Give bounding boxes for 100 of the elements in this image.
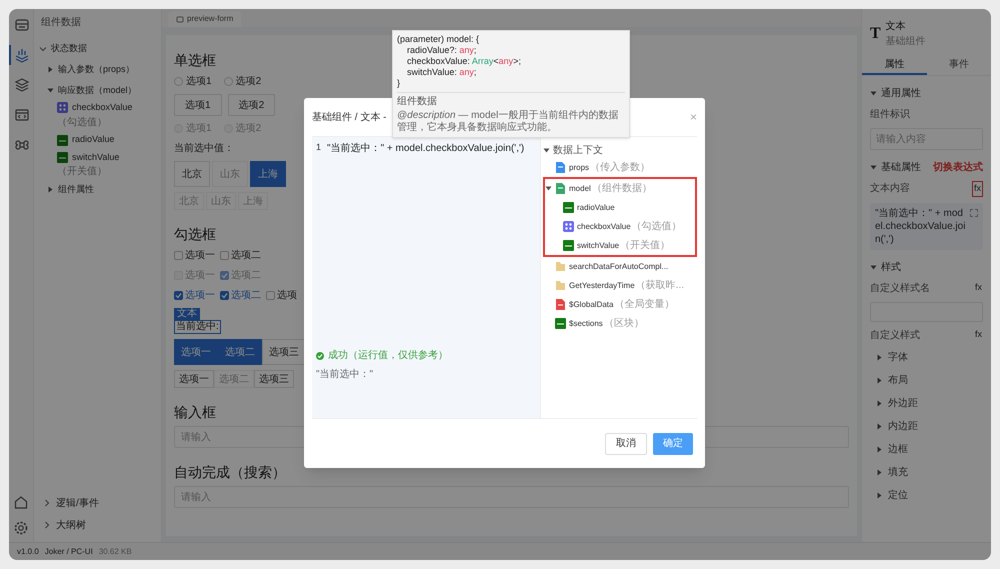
tree-item[interactable]: 状态数据: [51, 42, 87, 56]
context-item[interactable]: searchDataForAutoCompl...: [569, 260, 668, 272]
preview-tab[interactable]: preview-form: [168, 11, 242, 27]
context-item[interactable]: GetYesterdayTime: [569, 280, 635, 292]
checkbox[interactable]: [220, 251, 229, 260]
code-editor[interactable]: 1 "当前选中：" + model.checkboxValue.join(',') 成功（运行值，仅供参考） "当前选中：": [312, 137, 540, 418]
section-heading: 自动完成（搜索）: [174, 463, 286, 481]
section-header[interactable]: 大纲树: [56, 518, 86, 532]
window-stack-icon: [14, 17, 30, 33]
style-group-item[interactable]: 边框: [888, 442, 908, 456]
caret-down-icon[interactable]: [870, 264, 877, 270]
caret-right-icon[interactable]: [47, 66, 54, 73]
context-item-note: （组件数据）: [592, 182, 652, 196]
expression-toggle[interactable]: fx: [972, 181, 983, 196]
option-button[interactable]: 选项2: [228, 94, 276, 116]
panel-tab[interactable]: 属性: [862, 55, 926, 75]
tree-item[interactable]: 组件属性: [58, 182, 94, 196]
caret-right-icon[interactable]: [876, 468, 883, 476]
context-item[interactable]: props: [569, 162, 590, 174]
code-line: checkboxValue: Array<any>;: [407, 56, 521, 67]
tree-item[interactable]: switchValue: [72, 150, 120, 164]
success-icon: [316, 352, 324, 360]
style-group-item[interactable]: 定位: [888, 488, 908, 502]
context-title[interactable]: 数据上下文: [553, 142, 603, 158]
style-group-item[interactable]: 内边距: [888, 418, 918, 434]
context-item[interactable]: switchValue: [577, 240, 620, 252]
context-item[interactable]: checkboxValue: [577, 220, 631, 232]
style-group-item[interactable]: 布局: [888, 372, 908, 388]
group-button[interactable]: 选项三: [254, 370, 294, 388]
group-button[interactable]: 选项三: [262, 339, 306, 365]
style-group-item[interactable]: 外边距: [888, 396, 918, 410]
section-heading: 单选框: [174, 51, 216, 69]
caret-right-icon[interactable]: [876, 446, 883, 452]
style-group-item[interactable]: 填充: [888, 464, 908, 480]
caret-right-icon[interactable]: [876, 376, 883, 384]
radio-button[interactable]: [174, 77, 183, 86]
caret-down-icon[interactable]: [543, 146, 550, 154]
caret-right-icon[interactable]: [47, 186, 54, 193]
option-label: 选项二: [231, 268, 261, 283]
group-button[interactable]: 选项一: [174, 339, 218, 365]
size-text: 30.62 KB: [98, 546, 132, 558]
chevron-down-icon[interactable]: [39, 44, 47, 52]
variable-icon: [563, 202, 574, 213]
section-heading: 输入框: [174, 403, 216, 421]
line-number: 1: [316, 141, 322, 154]
tree-item[interactable]: checkboxValue: [72, 101, 132, 114]
variable-icon: [57, 134, 68, 146]
checkbox[interactable]: [266, 291, 275, 300]
tree-item[interactable]: radioValue: [72, 133, 114, 147]
layered-data-icon: [14, 47, 30, 63]
expression-toggle[interactable]: fx: [974, 281, 983, 295]
confirm-button[interactable]: 确定: [653, 432, 693, 454]
chevron-right-icon[interactable]: [43, 499, 51, 507]
radio-button[interactable]: [224, 77, 233, 86]
segment-option[interactable]: 上海: [250, 161, 286, 187]
selected-text-element[interactable]: 当前选中:: [174, 320, 221, 334]
segment-option[interactable]: 北京: [174, 161, 210, 187]
caret-right-icon[interactable]: [876, 492, 883, 498]
context-item[interactable]: $GlobalData: [569, 298, 614, 310]
section-header[interactable]: 逻辑/事件: [56, 496, 99, 510]
context-item[interactable]: radioValue: [577, 202, 615, 214]
tree-item[interactable]: 输入参数（props）: [58, 62, 135, 76]
checkbox[interactable]: [174, 291, 183, 300]
version-text: v1.0.0: [17, 546, 39, 558]
section-header[interactable]: 样式: [881, 260, 901, 274]
tree-item[interactable]: 响应数据（model）: [58, 84, 137, 98]
caret-down-icon[interactable]: [870, 90, 877, 97]
result-status: 成功（运行值，仅供参考）: [328, 348, 448, 363]
document-icon: [555, 299, 566, 310]
code-line: }: [397, 78, 400, 89]
checkbox[interactable]: [220, 291, 229, 300]
section-header[interactable]: 通用属性: [881, 86, 921, 101]
panel-tab[interactable]: 事件: [926, 55, 991, 75]
caret-right-icon[interactable]: [876, 400, 883, 406]
option-label: 选项1: [186, 122, 212, 136]
layers-icon: [14, 77, 30, 93]
option-button[interactable]: 选项1: [174, 94, 222, 116]
context-item[interactable]: $sections: [569, 318, 603, 330]
option-label: 选项2: [236, 74, 262, 89]
caret-right-icon[interactable]: [876, 422, 883, 430]
section-header[interactable]: 基础属性: [881, 160, 921, 175]
tree-item-note: （开关值）: [57, 164, 107, 179]
option-label: 选项二: [231, 248, 261, 263]
caret-down-icon[interactable]: [545, 185, 552, 192]
caret-down-icon[interactable]: [47, 87, 54, 94]
caret-right-icon[interactable]: [876, 354, 883, 360]
context-item[interactable]: model: [569, 182, 591, 194]
caret-down-icon[interactable]: [870, 164, 877, 171]
option-label: 选项2: [236, 122, 262, 136]
style-group-item[interactable]: 字体: [888, 350, 908, 364]
context-item-note: （传入参数）: [590, 160, 650, 175]
expression-toggle[interactable]: fx: [974, 328, 983, 342]
home-icon[interactable]: [13, 494, 29, 510]
group-button[interactable]: 选项一: [174, 370, 214, 388]
group-button[interactable]: 选项二: [218, 339, 262, 365]
settings-icon[interactable]: [13, 520, 29, 536]
cancel-button[interactable]: 取消: [605, 432, 647, 454]
fullscreen-icon[interactable]: [970, 208, 978, 216]
chevron-right-icon[interactable]: [43, 521, 51, 529]
checkbox[interactable]: [174, 251, 183, 260]
